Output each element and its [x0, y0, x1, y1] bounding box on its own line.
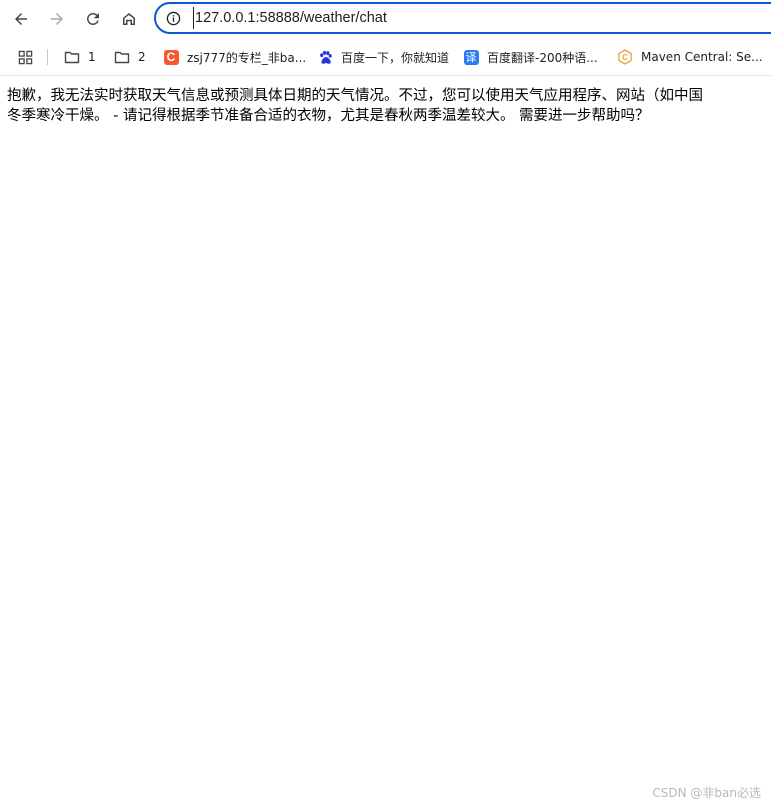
apps-button[interactable]: [17, 46, 41, 68]
bookmark-maven-central[interactable]: C Maven Central: Se...: [617, 46, 763, 68]
home-icon: [123, 13, 135, 25]
response-text-line-1: 抱歉，我无法实时获取天气信息或预测具体日期的天气情况。不过，您可以使用天气应用程…: [7, 88, 703, 104]
maven-central-icon: C: [617, 49, 633, 65]
bookmark-baidu-translate[interactable]: 译 百度翻译-200种语...: [463, 46, 598, 68]
response-text-line-2: 冬季寒冷干燥。 - 请记得根据季节准备合适的衣物，尤其是春秋两季温差较大。 需要…: [7, 108, 650, 124]
baidu-translate-icon: 译: [463, 49, 479, 65]
baidu-paw-icon: [317, 49, 333, 65]
bookmark-label: 2: [138, 50, 146, 64]
folder-icon: [64, 49, 80, 65]
bookmark-label: 1: [88, 50, 96, 64]
page-content: 抱歉，我无法实时获取天气信息或预测具体日期的天气情况。不过，您可以使用天气应用程…: [7, 86, 771, 126]
svg-text:C: C: [622, 53, 628, 62]
csdn-icon: C: [163, 49, 179, 65]
url-input[interactable]: [193, 7, 755, 29]
bookmark-baidu[interactable]: 百度一下，你就知道: [317, 46, 449, 68]
bookmark-folder-1[interactable]: 1: [64, 46, 96, 68]
reload-button[interactable]: [79, 5, 107, 33]
bookmark-label: 百度一下，你就知道: [341, 50, 450, 65]
arrow-right-icon: [51, 13, 63, 25]
bookmarks-bar: 1 2 C zsj777的专栏_非ba... 百度一下，你就知道 译 百度翻译-…: [0, 38, 771, 76]
back-button[interactable]: [7, 5, 35, 33]
bookmarks-divider: [47, 49, 48, 65]
address-bar[interactable]: [154, 2, 771, 34]
site-info-icon[interactable]: [165, 10, 181, 26]
bookmark-label: Maven Central: Se...: [641, 50, 763, 64]
bookmark-label: 百度翻译-200种语...: [487, 50, 598, 65]
folder-icon: [114, 49, 130, 65]
watermark: CSDN @非ban必选: [652, 786, 761, 800]
bookmark-csdn[interactable]: C zsj777的专栏_非ba...: [163, 46, 306, 68]
arrow-left-icon: [15, 13, 27, 25]
browser-toolbar: [0, 0, 771, 38]
forward-button[interactable]: [43, 5, 71, 33]
home-button[interactable]: [115, 5, 143, 33]
apps-grid-icon: [17, 49, 33, 65]
bookmark-label: zsj777的专栏_非ba...: [187, 50, 307, 65]
bookmark-folder-2[interactable]: 2: [114, 46, 146, 68]
reload-icon: [86, 12, 99, 25]
browser-window: 1 2 C zsj777的专栏_非ba...: [0, 0, 771, 808]
